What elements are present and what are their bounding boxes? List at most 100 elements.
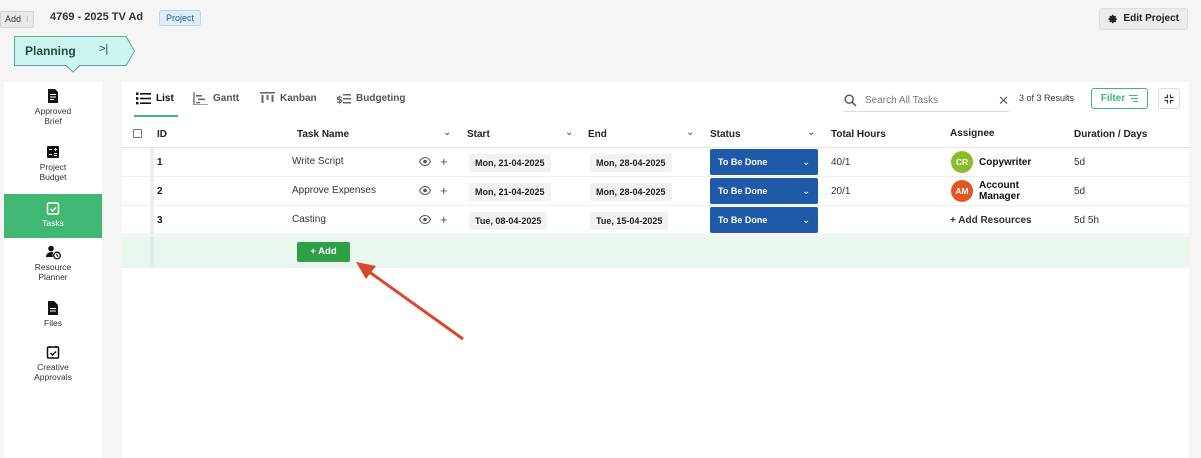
tab-list[interactable]: List <box>136 92 174 105</box>
sidebar: Approved Brief Project Budget Tasks Reso… <box>4 82 102 458</box>
status-dropdown[interactable]: To Be Done ⌄ <box>710 207 818 233</box>
duration: 5d <box>1074 186 1086 197</box>
status-value: To Be Done <box>718 186 768 196</box>
sidebar-item-creative-approvals[interactable]: Creative Approvals <box>4 344 102 382</box>
edit-project-button[interactable]: Edit Project <box>1099 8 1188 30</box>
search-box[interactable]: ✕ <box>844 90 1009 112</box>
sidebar-item-label: Creative <box>37 362 69 372</box>
tab-label: Budgeting <box>356 93 406 104</box>
add-subtask-icon[interactable]: + <box>440 154 448 169</box>
task-name[interactable]: Approve Expenses <box>292 185 376 196</box>
filter-label: Filter <box>1100 93 1126 104</box>
table-header: ID Task Name ⌄ Start ⌄ End ⌄ Status ⌄ To… <box>122 120 1189 148</box>
status-dropdown[interactable]: To Be Done ⌄ <box>710 149 818 175</box>
add-subtask-icon[interactable]: + <box>440 212 448 227</box>
table-row[interactable]: 1 Write Script + Mon, 21-04-2025 Mon, 28… <box>122 148 1189 177</box>
header-id: ID <box>157 129 167 140</box>
sidebar-item-tasks[interactable]: Tasks <box>4 194 102 238</box>
filter-button[interactable]: Filter <box>1091 88 1148 109</box>
project-type-badge: Project <box>159 10 202 26</box>
chevron-down-icon: ⌄ <box>802 215 810 225</box>
task-id: 3 <box>157 215 163 226</box>
sidebar-item-label: Project <box>39 162 67 172</box>
chevron-down-icon[interactable]: ⌄ <box>565 127 573 138</box>
sidebar-item-approved-brief[interactable]: Approved Brief <box>4 88 102 126</box>
sidebar-item-project-budget[interactable]: Project Budget <box>4 144 102 182</box>
filter-lines-icon <box>1129 95 1139 102</box>
planning-label: Planning <box>25 44 76 58</box>
sidebar-item-label: Budget <box>39 172 67 182</box>
sidebar-item-files[interactable]: Files <box>4 300 102 328</box>
collapse-panel-icon[interactable]: >| <box>99 43 108 55</box>
kanban-icon <box>260 92 275 103</box>
sidebar-item-label: Approvals <box>34 372 72 382</box>
approved-brief-icon <box>48 89 58 103</box>
sidebar-item-label: Brief <box>44 116 62 126</box>
add-resources-link[interactable]: + Add Resources <box>950 215 1032 226</box>
expand-icon <box>1164 94 1174 103</box>
chevron-down-icon[interactable]: ⌄ <box>443 127 451 138</box>
sidebar-item-label: Approved <box>34 106 72 116</box>
chevron-down-icon[interactable]: ⌄ <box>686 127 694 138</box>
status-dropdown[interactable]: To Be Done ⌄ <box>710 178 818 204</box>
sidebar-item-resource-planner[interactable]: Resource Planner <box>4 244 102 282</box>
table-row[interactable]: 2 Approve Expenses + Mon, 21-04-2025 Mon… <box>122 177 1189 206</box>
assignee-name[interactable]: Copywriter <box>979 157 1031 168</box>
fullscreen-button[interactable] <box>1158 88 1180 109</box>
tab-gantt[interactable]: Gantt <box>193 92 239 105</box>
tasks-icon <box>46 202 60 215</box>
chevron-down-icon[interactable]: ⌄ <box>807 127 815 138</box>
gear-icon <box>1108 14 1118 24</box>
tab-label: List <box>156 93 174 104</box>
start-date[interactable]: Mon, 21-04-2025 <box>469 154 551 172</box>
task-id: 1 <box>157 157 163 168</box>
clear-search-icon[interactable]: ✕ <box>998 93 1009 109</box>
select-all-checkbox[interactable] <box>133 129 142 138</box>
search-input[interactable] <box>865 95 990 106</box>
eye-icon[interactable] <box>419 157 431 166</box>
main-panel: List Gantt Kanban $ Budgeting ✕ 3 of 3 R… <box>122 82 1189 458</box>
tab-label: Gantt <box>213 93 240 104</box>
table-row[interactable]: 3 Casting + Tue, 08-04-2025 Tue, 15-04-2… <box>122 206 1189 235</box>
header-status: Status <box>710 129 741 140</box>
row-gutter <box>150 148 154 177</box>
header-task-name: Task Name <box>297 129 350 140</box>
add-task-row: + Add <box>122 236 1189 268</box>
chevron-down-icon: ⌄ <box>802 157 810 167</box>
results-count: 3 of 3 Results <box>1019 93 1075 103</box>
tab-budgeting[interactable]: $ Budgeting <box>336 92 405 105</box>
start-date[interactable]: Tue, 08-04-2025 <box>469 212 548 230</box>
add-task-button[interactable]: + Add <box>297 242 350 262</box>
svg-text:$: $ <box>336 95 343 105</box>
files-icon <box>48 301 58 315</box>
end-date[interactable]: Tue, 15-04-2025 <box>590 212 669 230</box>
eye-icon[interactable] <box>419 186 431 195</box>
assignee-name-line: Account <box>979 180 1019 191</box>
tab-kanban[interactable]: Kanban <box>260 92 317 105</box>
add-subtask-icon[interactable]: + <box>440 183 448 198</box>
sidebar-item-label: Files <box>44 318 62 328</box>
sidebar-item-label: Resource <box>34 262 72 272</box>
total-hours: 20/1 <box>831 186 851 197</box>
search-icon <box>844 94 857 107</box>
sidebar-item-label: Tasks <box>42 218 64 228</box>
task-name[interactable]: Casting <box>292 214 326 225</box>
planning-stage-button[interactable]: Planning >| <box>14 36 135 73</box>
creative-approvals-icon <box>46 346 60 359</box>
eye-icon[interactable] <box>419 215 431 224</box>
end-date[interactable]: Mon, 28-04-2025 <box>590 183 672 201</box>
status-value: To Be Done <box>718 215 768 225</box>
row-gutter <box>150 236 154 268</box>
end-date[interactable]: Mon, 28-04-2025 <box>590 154 672 172</box>
start-date[interactable]: Mon, 21-04-2025 <box>469 183 551 201</box>
avatar: CR <box>951 151 973 173</box>
list-icon <box>136 92 151 105</box>
budget-icon <box>47 146 59 158</box>
duration: 5d <box>1074 157 1086 168</box>
assignee-name[interactable]: Account Manager <box>979 180 1020 202</box>
status-value: To Be Done <box>718 157 768 167</box>
active-tab-indicator <box>134 115 178 117</box>
task-id: 2 <box>157 186 163 197</box>
edit-project-label: Edit Project <box>1123 13 1179 24</box>
task-name[interactable]: Write Script <box>292 156 344 167</box>
